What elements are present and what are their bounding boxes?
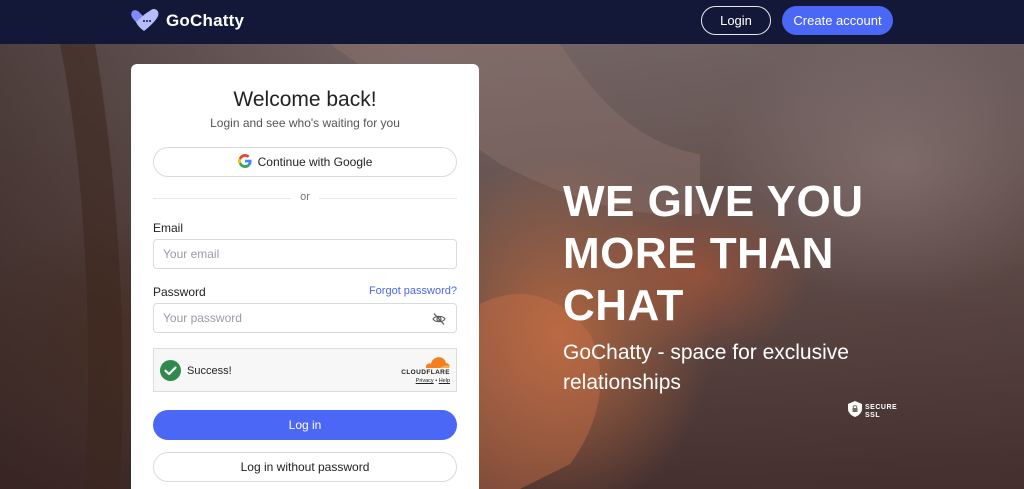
- hero-headline: WE GIVE YOU MORE THAN CHAT: [563, 177, 864, 330]
- cloudflare-cloud-icon: [396, 355, 450, 369]
- password-label: Password: [153, 285, 206, 299]
- brand-name: GoChatty: [166, 11, 245, 30]
- eye-slash-icon[interactable]: [432, 312, 446, 326]
- login-button[interactable]: Login: [701, 6, 771, 35]
- hero-tagline: GoChatty - space for exclusive relations…: [563, 341, 849, 394]
- brand-logo[interactable]: GoChatty: [130, 8, 244, 34]
- password-field-wrapper: [153, 303, 457, 333]
- google-icon: [237, 153, 252, 171]
- help-link[interactable]: Help: [439, 378, 450, 384]
- password-field[interactable]: [154, 304, 456, 332]
- link-separator: •: [435, 378, 438, 384]
- email-field[interactable]: [154, 240, 456, 268]
- login-card: Welcome back! Login and see who's waitin…: [131, 64, 479, 489]
- ssl-badge-line2: SSL: [865, 411, 881, 419]
- top-navbar: GoChatty Login Create account: [0, 0, 1024, 44]
- privacy-link[interactable]: Privacy: [416, 378, 434, 384]
- heart-logo-icon: [130, 8, 160, 34]
- log-in-button[interactable]: Log in: [153, 410, 457, 440]
- cloudflare-brand: CLOUDFLARE: [401, 369, 450, 376]
- captcha-status: Success!: [187, 365, 232, 377]
- page-title: Welcome back!: [233, 88, 377, 111]
- page-subtitle: Login and see who's waiting for you: [210, 116, 400, 130]
- secure-ssl-badge: SECURE SSL: [848, 401, 897, 422]
- forgot-password-link[interactable]: Forgot password?: [357, 285, 457, 297]
- ssl-badge-line1: SECURE: [865, 403, 898, 411]
- shield-lock-icon: [848, 401, 862, 422]
- divider-or-text: or: [291, 191, 319, 203]
- email-field-wrapper: [153, 239, 457, 269]
- create-account-button[interactable]: Create account: [782, 6, 893, 35]
- cloudflare-links: Privacy • Help: [416, 378, 450, 384]
- cloudflare-captcha-widget: Success! CLOUDFLARE Privacy • Help: [153, 348, 457, 392]
- email-label: Email: [153, 221, 184, 235]
- continue-with-google-button[interactable]: Continue with Google: [153, 147, 457, 177]
- check-icon: [160, 360, 181, 381]
- ssl-badge-text: SECURE SSL: [865, 404, 897, 420]
- google-button-label: Continue with Google: [257, 155, 373, 169]
- log-in-without-password-button[interactable]: Log in without password: [153, 452, 457, 482]
